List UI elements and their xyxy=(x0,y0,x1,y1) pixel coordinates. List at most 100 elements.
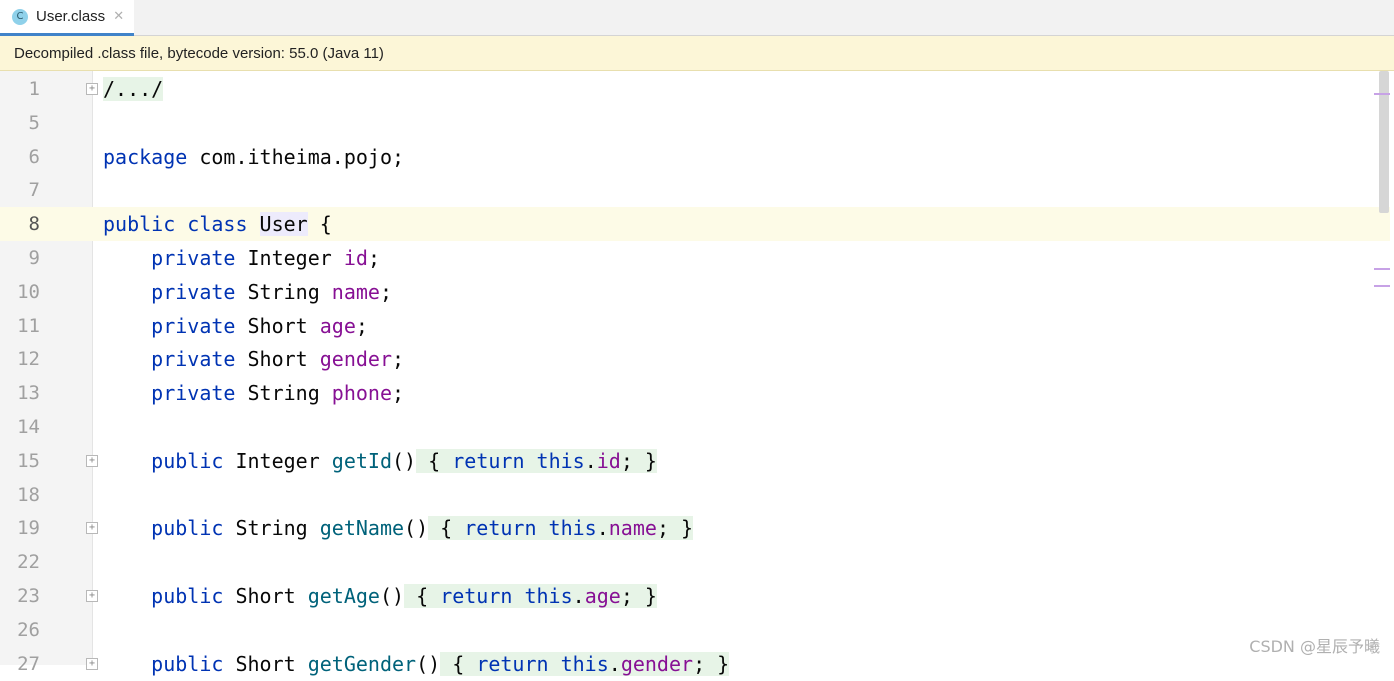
code-token: gender xyxy=(621,652,693,676)
fold-toggle-icon[interactable]: + xyxy=(86,522,98,534)
code-text[interactable]: public Integer getId() { return this.id;… xyxy=(103,444,657,478)
code-line[interactable]: 23 + public Short getAge() { return this.… xyxy=(0,579,1390,613)
code-token: Short xyxy=(223,584,307,608)
fold-toggle-icon[interactable]: + xyxy=(86,455,98,467)
code-token xyxy=(103,280,151,304)
code-line[interactable]: 18 xyxy=(0,478,1390,512)
line-number[interactable]: 8 xyxy=(0,207,40,241)
code-token: . xyxy=(609,652,621,676)
fold-toggle-icon[interactable]: + xyxy=(86,83,98,95)
code-line[interactable]: 9 private Integer id; xyxy=(0,241,1390,275)
change-marker[interactable] xyxy=(1374,93,1390,95)
tab-user-class[interactable]: C User.class ✕ xyxy=(0,0,134,36)
code-token: . xyxy=(585,449,597,473)
class-file-icon: C xyxy=(12,9,28,25)
code-text[interactable]: private Short gender; xyxy=(103,342,404,376)
code-token: () xyxy=(380,584,404,608)
code-line[interactable]: 8 public class User { xyxy=(0,207,1390,241)
change-marker[interactable] xyxy=(1374,285,1390,287)
code-token: () xyxy=(392,449,416,473)
code-token: ; } xyxy=(693,652,729,676)
code-token: public xyxy=(151,516,223,540)
code-token xyxy=(103,347,151,371)
code-token: private xyxy=(151,381,235,405)
code-line[interactable]: 27 + public Short getGender() { return th… xyxy=(0,647,1390,681)
line-number[interactable]: 18 xyxy=(0,478,40,512)
fold-toggle-icon[interactable]: + xyxy=(86,590,98,602)
code-token: return this xyxy=(452,449,584,473)
code-line[interactable]: 19 + public String getName() { return thi… xyxy=(0,511,1390,545)
code-text[interactable]: private Integer id; xyxy=(103,241,380,275)
code-line[interactable]: 13 private String phone; xyxy=(0,376,1390,410)
line-number[interactable]: 22 xyxy=(0,545,40,579)
code-text[interactable]: private String name; xyxy=(103,275,392,309)
line-number[interactable]: 7 xyxy=(0,173,40,207)
code-token: return this xyxy=(476,652,608,676)
code-token: id xyxy=(597,449,621,473)
code-text[interactable]: public Short getAge() { return this.age;… xyxy=(103,579,657,613)
line-number[interactable]: 15 xyxy=(0,444,40,478)
code-token: private xyxy=(151,347,235,371)
code-line[interactable]: 22 xyxy=(0,545,1390,579)
code-line[interactable]: 7 xyxy=(0,173,1390,207)
code-token: public xyxy=(151,584,223,608)
change-marker[interactable] xyxy=(1374,268,1390,270)
code-text[interactable]: public Short getGender() { return this.g… xyxy=(103,647,729,681)
code-token: return this xyxy=(440,584,572,608)
code-text[interactable]: package com.itheima.pojo; xyxy=(103,140,404,174)
fold-toggle-icon[interactable]: + xyxy=(86,658,98,670)
code-token: getAge xyxy=(308,584,380,608)
line-number[interactable]: 26 xyxy=(0,613,40,647)
code-token: /.../ xyxy=(103,77,163,101)
line-number[interactable]: 13 xyxy=(0,376,40,410)
line-number[interactable]: 1 xyxy=(0,72,40,106)
tab-label: User.class xyxy=(36,8,105,25)
code-token: { xyxy=(308,212,332,236)
line-number[interactable]: 9 xyxy=(0,241,40,275)
code-token: ; xyxy=(368,246,380,270)
code-text[interactable]: /.../ xyxy=(103,72,163,106)
close-icon[interactable]: ✕ xyxy=(113,9,124,24)
code-token: ; } xyxy=(621,449,657,473)
line-number[interactable]: 27 xyxy=(0,647,40,681)
line-number[interactable]: 19 xyxy=(0,511,40,545)
line-number[interactable]: 14 xyxy=(0,410,40,444)
line-number[interactable]: 6 xyxy=(0,140,40,174)
line-number[interactable]: 10 xyxy=(0,275,40,309)
code-token xyxy=(103,516,151,540)
code-text[interactable]: private Short age; xyxy=(103,309,368,343)
code-token: ; xyxy=(356,314,368,338)
code-line[interactable]: 14 xyxy=(0,410,1390,444)
code-token: phone xyxy=(332,381,392,405)
code-token: { xyxy=(440,652,476,676)
line-number[interactable]: 5 xyxy=(0,106,40,140)
code-token: { xyxy=(428,516,464,540)
watermark: CSDN @星辰予曦 xyxy=(1249,633,1380,657)
code-line[interactable]: 11 private Short age; xyxy=(0,309,1390,343)
code-token: { xyxy=(416,449,452,473)
line-number[interactable]: 12 xyxy=(0,342,40,376)
code-token: String xyxy=(235,381,331,405)
code-token: public xyxy=(151,652,223,676)
code-line[interactable]: 6 package com.itheima.pojo; xyxy=(0,140,1390,174)
line-number[interactable]: 11 xyxy=(0,309,40,343)
code-line[interactable]: 10 private String name; xyxy=(0,275,1390,309)
code-token: getName xyxy=(320,516,404,540)
code-editor[interactable]: 1 + /.../ 56 package com.itheima.pojo; 78 publ… xyxy=(0,71,1394,665)
code-token: Short xyxy=(235,347,319,371)
code-line[interactable]: 15 + public Integer getId() { return this… xyxy=(0,444,1390,478)
code-text[interactable]: public String getName() { return this.na… xyxy=(103,511,693,545)
code-token: Integer xyxy=(223,449,331,473)
code-text[interactable]: private String phone; xyxy=(103,376,404,410)
vertical-scrollbar[interactable] xyxy=(1379,71,1391,665)
code-line[interactable]: 12 private Short gender; xyxy=(0,342,1390,376)
code-line[interactable]: 26 xyxy=(0,613,1390,647)
code-token: age xyxy=(585,584,621,608)
line-number[interactable]: 23 xyxy=(0,579,40,613)
code-token: Integer xyxy=(235,246,343,270)
banner-text: Decompiled .class file, bytecode version… xyxy=(14,45,384,62)
code-token: ; xyxy=(392,347,404,371)
code-line[interactable]: 5 xyxy=(0,106,1390,140)
code-text[interactable]: public class User { xyxy=(103,207,332,241)
code-line[interactable]: 1 + /.../ xyxy=(0,72,1390,106)
